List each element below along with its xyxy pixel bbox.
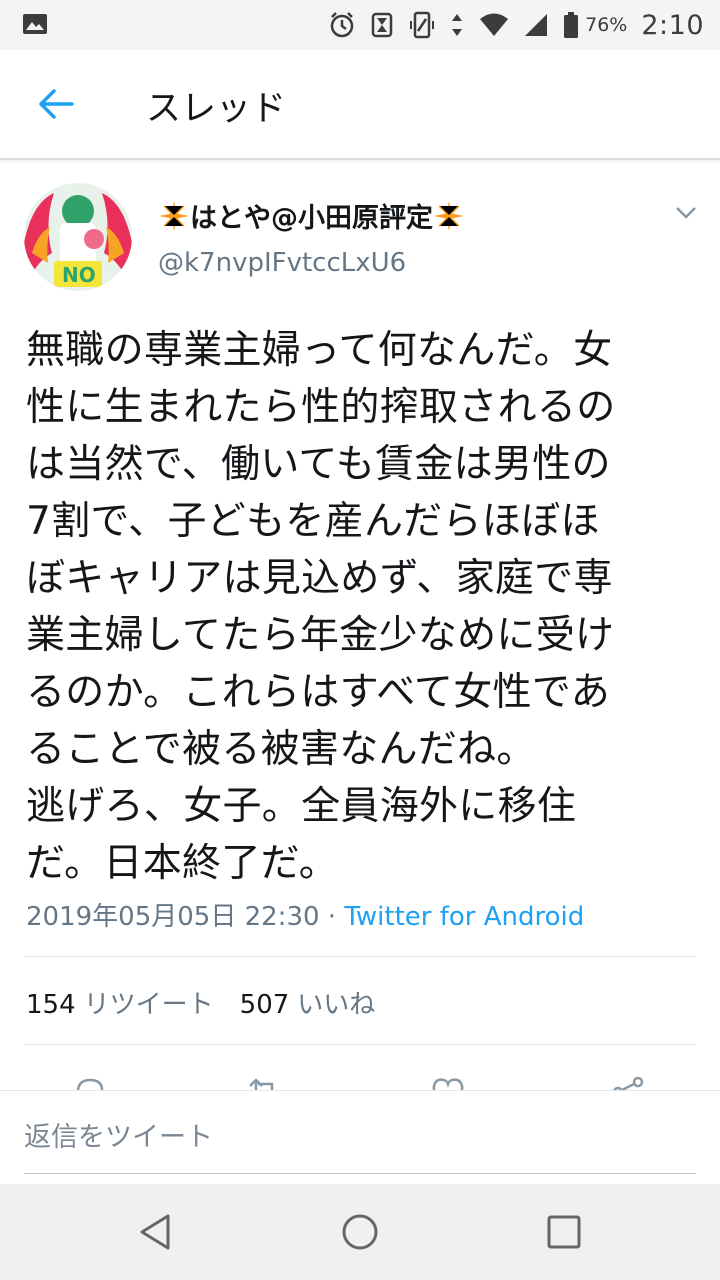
system-nav-bar bbox=[0, 1184, 720, 1280]
back-arrow-icon[interactable] bbox=[36, 86, 76, 122]
app-bar: スレッド bbox=[0, 50, 720, 160]
battery-percent: 76% bbox=[585, 14, 628, 36]
display-name: はとや@小田原評定 bbox=[190, 203, 433, 234]
avatar-image: NO bbox=[24, 183, 132, 291]
gallery-icon bbox=[23, 14, 47, 34]
nav-back-icon[interactable] bbox=[136, 1212, 176, 1252]
signal-icon bbox=[525, 14, 548, 36]
meta-separator: · bbox=[319, 902, 345, 932]
tweet-text-line: るのか。これらはすべて女性であ bbox=[26, 670, 611, 715]
like-stat[interactable]: 507 いいね bbox=[240, 984, 376, 1021]
retweet-stat[interactable]: 154 リツイート bbox=[26, 984, 214, 1021]
vibrate-icon bbox=[410, 11, 435, 39]
reply-bar: 返信をツイート bbox=[0, 1090, 720, 1185]
tweet-text-line: 7割で、子どもを産んだらほぼほ bbox=[26, 499, 600, 544]
retweet-count: 154 bbox=[26, 990, 76, 1020]
reply-input[interactable]: 返信をツイート bbox=[24, 1091, 696, 1174]
tweet-text-line: ることで被る被害なんだね。 bbox=[26, 727, 536, 772]
alarm-icon bbox=[330, 12, 354, 38]
wifi-icon bbox=[480, 13, 509, 36]
tweet-text-line: 無職の専業主婦って何なんだ。女 bbox=[26, 328, 613, 373]
tweet-text-line: は当然で、働いても賃金は男性の bbox=[26, 442, 611, 487]
tweet-text-line: 性に生まれたら性的搾取されるの bbox=[26, 385, 616, 430]
user-handle[interactable]: @k7nvpIFvtccLxU6 bbox=[158, 248, 406, 278]
like-count: 507 bbox=[239, 990, 290, 1020]
divider bbox=[24, 1044, 696, 1045]
clock-time: 2:10 bbox=[641, 9, 704, 41]
tweet-text: 無職の専業主婦って何なんだ。女 性に生まれたら性的搾取されるの は当然で、働いて… bbox=[26, 322, 696, 892]
divider bbox=[24, 956, 696, 957]
page-title: スレッド bbox=[146, 89, 287, 129]
sparkle-icon bbox=[434, 200, 464, 231]
like-label: いいね bbox=[297, 990, 376, 1020]
sparkle-icon bbox=[159, 200, 189, 231]
display-name-row[interactable]: はとや@小田原評定 bbox=[158, 196, 465, 235]
tweet-text-line: 業主婦してたら年金少なめに受け bbox=[26, 613, 615, 658]
tweet-actions bbox=[0, 1070, 720, 1092]
engagement-stats: 154 リツイート 507 いいね bbox=[26, 984, 375, 1021]
timestamp: 2019年05月05日 22:30 bbox=[26, 902, 320, 932]
svg-text:NO: NO bbox=[62, 263, 96, 287]
retweet-label: リツイート bbox=[83, 990, 214, 1020]
avatar[interactable]: NO bbox=[24, 183, 132, 291]
nav-recents-icon[interactable] bbox=[544, 1212, 584, 1252]
data-arrows-icon bbox=[452, 14, 463, 36]
tweet-text-line: 逃げろ、女子。全員海外に移住 bbox=[26, 784, 577, 829]
tweet-meta: 2019年05月05日 22:30 · Twitter for Android bbox=[26, 896, 584, 933]
battery-icon bbox=[564, 12, 579, 38]
tweet-text-line: だ。日本終了だ。 bbox=[26, 841, 339, 886]
source-link[interactable]: Twitter for Android bbox=[344, 902, 584, 932]
status-bar: 76% 2:10 bbox=[0, 0, 720, 50]
nav-home-icon[interactable] bbox=[340, 1212, 380, 1252]
hourglass-icon bbox=[371, 12, 393, 38]
chevron-down-icon[interactable] bbox=[674, 203, 698, 223]
tweet-text-line: ぼキャリアは見込めず、家庭で専 bbox=[26, 556, 613, 601]
